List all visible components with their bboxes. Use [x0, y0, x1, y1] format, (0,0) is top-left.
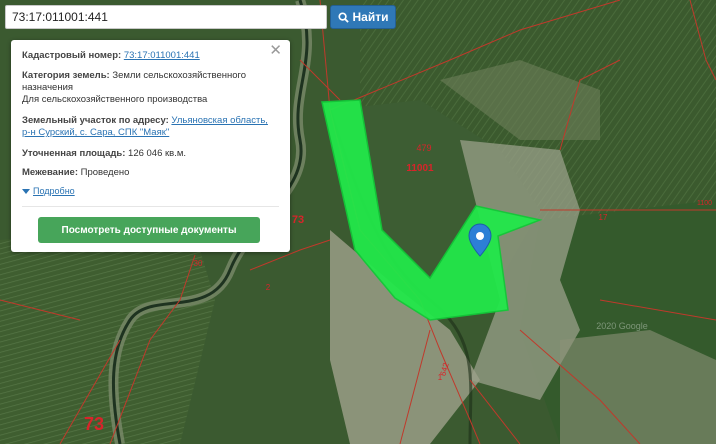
address-link-cont[interactable]: р-н Сурский, с. Сара, СПК "Маяк" [22, 127, 169, 138]
area-value: 126 046 кв.м. [128, 148, 187, 159]
survey-row: Межевание: Проведено [22, 167, 277, 179]
district-number-label: 73 [292, 214, 304, 226]
cadastral-number-link[interactable]: 73:17:011001:441 [124, 50, 200, 61]
field-left [0, 230, 215, 444]
details-link[interactable]: Подробно [33, 186, 75, 196]
parcel-number-label: 479 [416, 143, 431, 153]
area-row: Уточненная площадь: 126 046 кв.м. [22, 148, 277, 160]
land-category-label: Категория земель: [22, 70, 110, 81]
plot-label-17: 17 [599, 213, 608, 222]
details-toggle[interactable]: Подробно [22, 186, 75, 196]
plot-label-30: 30 [194, 259, 203, 268]
land-category-value-cont: назначения [22, 82, 74, 93]
search-input[interactable] [6, 6, 326, 28]
view-documents-button[interactable]: Посмотреть доступные документы [38, 217, 260, 243]
plot-label-2: 2 [266, 283, 271, 292]
map-watermark: 2020 Google [596, 321, 648, 331]
survey-value: Проведено [80, 167, 130, 178]
search-button[interactable]: Найти [330, 5, 396, 29]
divider [22, 206, 279, 207]
address-row: Земельный участок по адресу: Ульяновская… [22, 115, 277, 139]
cadastral-number-label: Кадастровый номер: [22, 50, 122, 61]
search-box [5, 5, 327, 29]
address-link[interactable]: Ульяновская область, [171, 115, 268, 126]
quarter-edge-label: 1100 [697, 200, 712, 207]
address-label: Земельный участок по адресу: [22, 115, 169, 126]
survey-label: Межевание: [22, 167, 78, 178]
plot-label-1: 1 [438, 373, 443, 382]
area-label: Уточненная площадь: [22, 148, 126, 159]
chevron-down-icon [22, 188, 30, 194]
search-button-label: Найти [352, 10, 389, 24]
parcel-info-popup: ✕ Кадастровый номер: 73:17:011001:441 Ка… [11, 40, 290, 252]
land-category-row: Категория земель: Земли сельскохозяйстве… [22, 70, 277, 106]
search-icon [337, 11, 349, 23]
cadastral-number-row: Кадастровый номер: 73:17:011001:441 [22, 50, 277, 62]
land-category-value: Земли сельскохозяйственного [112, 70, 247, 81]
district-number-label-large: 73 [84, 414, 104, 434]
quarter-number-label: 11001 [406, 163, 434, 174]
land-use-value: Для сельскохозяйственного производства [22, 94, 208, 105]
